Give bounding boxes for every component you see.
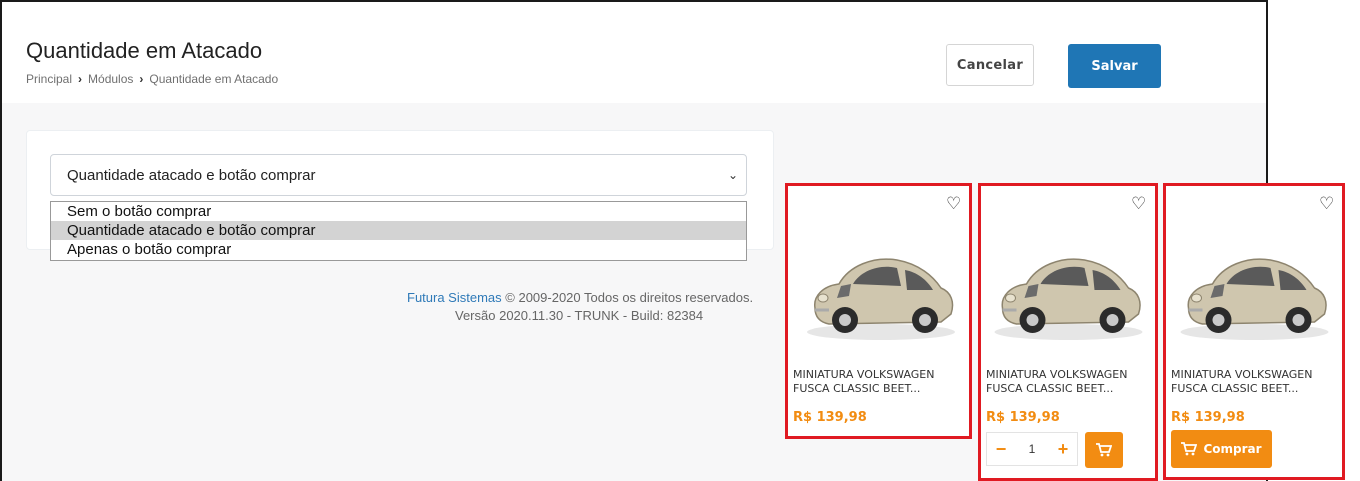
chevron-down-icon: ⌄ bbox=[727, 168, 738, 182]
breadcrumb: Principal › Módulos › Quantidade em Atac… bbox=[26, 72, 278, 86]
mode-select[interactable]: Quantidade atacado e botão comprar ⌄ bbox=[50, 154, 747, 196]
footer-copyright: © 2009-2020 Todos os direitos reservados… bbox=[505, 290, 754, 305]
quantity-value[interactable]: 1 bbox=[1015, 442, 1049, 456]
add-to-cart-button[interactable] bbox=[1085, 432, 1123, 468]
heart-icon[interactable]: ♡ bbox=[946, 194, 961, 214]
product-card[interactable]: ♡ MINIATURA VOLKSWAGEN FUSCA CLASSIC BEE… bbox=[978, 183, 1158, 481]
quantity-stepper: − 1 + bbox=[986, 432, 1078, 466]
product-image[interactable] bbox=[1172, 226, 1337, 346]
product-name-line1: MINIATURA VOLKSWAGEN bbox=[793, 368, 935, 381]
option-apenas-botao[interactable]: Apenas o botão comprar bbox=[51, 240, 746, 259]
breadcrumb-item-current: Quantidade em Atacado bbox=[149, 72, 279, 86]
chevron-right-icon: › bbox=[139, 72, 144, 86]
product-price: R$ 139,98 bbox=[793, 410, 867, 425]
footer-copyright-line: Futura Sistemas © 2009-2020 Todos os dir… bbox=[382, 288, 802, 307]
product-card[interactable]: ♡ MINIATURA VOLKSWAGEN FUSCA CLASSIC BEE… bbox=[1163, 183, 1345, 480]
cart-icon bbox=[1096, 443, 1112, 457]
product-name[interactable]: MINIATURA VOLKSWAGEN FUSCA CLASSIC BEET.… bbox=[793, 368, 935, 396]
product-price: R$ 139,98 bbox=[1171, 410, 1245, 425]
product-name-line2: FUSCA CLASSIC BEET... bbox=[793, 382, 921, 395]
footer-brand-link[interactable]: Futura Sistemas bbox=[407, 290, 502, 305]
product-price: R$ 139,98 bbox=[986, 410, 1060, 425]
product-name[interactable]: MINIATURA VOLKSWAGEN FUSCA CLASSIC BEET.… bbox=[1171, 368, 1313, 396]
product-name-line2: FUSCA CLASSIC BEET... bbox=[986, 382, 1114, 395]
chevron-right-icon: › bbox=[78, 72, 83, 86]
save-button[interactable]: Salvar bbox=[1068, 44, 1161, 88]
product-name-line2: FUSCA CLASSIC BEET... bbox=[1171, 382, 1299, 395]
heart-icon[interactable]: ♡ bbox=[1319, 194, 1334, 214]
minus-icon[interactable]: − bbox=[987, 439, 1015, 460]
product-image[interactable] bbox=[986, 226, 1151, 346]
breadcrumb-item-modulos[interactable]: Módulos bbox=[88, 72, 133, 86]
product-name-line1: MINIATURA VOLKSWAGEN bbox=[1171, 368, 1313, 381]
cart-icon bbox=[1181, 442, 1198, 456]
mode-select-dropdown: Sem o botão comprar Quantidade atacado e… bbox=[50, 201, 747, 261]
option-quantidade-e-botao[interactable]: Quantidade atacado e botão comprar bbox=[51, 221, 746, 240]
product-card[interactable]: ♡ MINIATURA VOLKSWAGEN FUSCA CLASSIC BEE… bbox=[785, 183, 972, 439]
footer-version: Versão 2020.11.30 - TRUNK - Build: 82384 bbox=[455, 308, 704, 323]
page-header: Quantidade em Atacado Principal › Módulo… bbox=[2, 2, 1266, 103]
page-title: Quantidade em Atacado bbox=[26, 38, 263, 63]
plus-icon[interactable]: + bbox=[1049, 439, 1077, 460]
cancel-button[interactable]: Cancelar bbox=[946, 44, 1034, 86]
buy-button[interactable]: Comprar bbox=[1171, 430, 1272, 468]
buy-button-label: Comprar bbox=[1203, 442, 1262, 456]
breadcrumb-item-principal[interactable]: Principal bbox=[26, 72, 72, 86]
option-sem-botao[interactable]: Sem o botão comprar bbox=[51, 202, 746, 221]
product-image[interactable] bbox=[796, 226, 966, 346]
product-name-line1: MINIATURA VOLKSWAGEN bbox=[986, 368, 1128, 381]
product-name[interactable]: MINIATURA VOLKSWAGEN FUSCA CLASSIC BEET.… bbox=[986, 368, 1128, 396]
mode-select-value: Quantidade atacado e botão comprar bbox=[67, 166, 316, 184]
heart-icon[interactable]: ♡ bbox=[1131, 194, 1146, 214]
